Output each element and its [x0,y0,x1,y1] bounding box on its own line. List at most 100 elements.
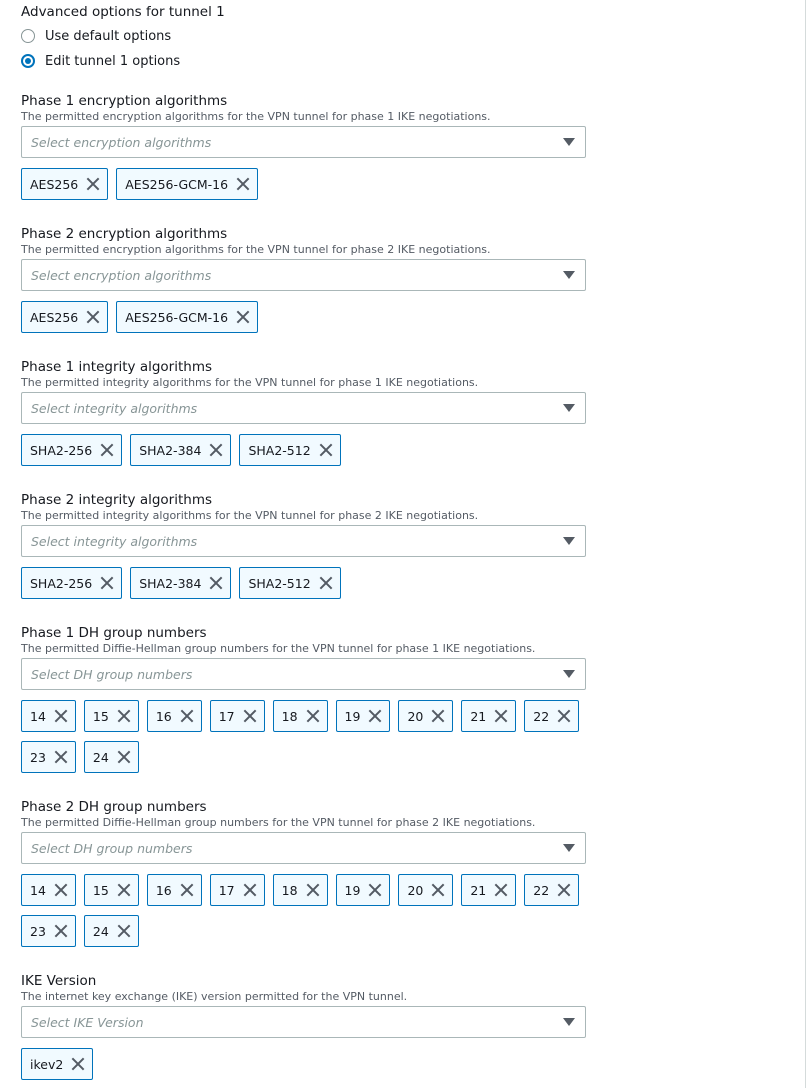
remove-token-close-icon[interactable] [318,442,334,458]
radio-button-icon[interactable] [21,29,35,43]
token-label: ikev2 [30,1056,64,1072]
token: 18 [272,700,328,732]
phase2-encryption-select[interactable]: Select encryption algorithms [21,259,586,291]
token-label: 14 [30,882,46,898]
token: AES256-GCM-16 [116,301,259,333]
remove-token-close-icon[interactable] [235,176,251,192]
token: 21 [461,700,517,732]
token: 16 [146,700,202,732]
panel-right-border [805,0,806,1088]
caret-down-icon[interactable] [563,271,575,279]
token-group: SHA2-256 SHA2-384 SHA2-512 [21,434,587,466]
token: 23 [21,915,76,947]
remove-token-close-icon[interactable] [53,923,69,939]
phase1-encryption-select[interactable]: Select encryption algorithms [21,126,586,158]
remove-token-close-icon[interactable] [367,882,383,898]
remove-token-close-icon[interactable] [556,708,572,724]
token-label: 24 [92,923,109,939]
token: SHA2-384 [130,567,232,599]
remove-token-close-icon[interactable] [367,708,383,724]
remove-token-close-icon[interactable] [556,882,572,898]
caret-down-icon[interactable] [563,404,575,412]
token: 24 [83,915,139,947]
field-description: The permitted encryption algorithms for … [21,243,491,256]
phase2-integrity-select[interactable]: Select integrity algorithms [21,525,586,557]
radio-use-default-options[interactable]: Use default options [21,26,171,46]
remove-token-close-icon[interactable] [305,708,321,724]
phase1-dh-groups-select[interactable]: Select DH group numbers [21,658,586,690]
ike-version-select[interactable]: Select IKE Version [21,1006,586,1038]
select-placeholder: Select encryption algorithms [31,267,212,283]
token: 19 [335,700,391,732]
remove-token-close-icon[interactable] [493,882,509,898]
remove-token-close-icon[interactable] [116,749,132,765]
remove-token-close-icon[interactable] [430,708,446,724]
token: SHA2-256 [21,567,123,599]
token-label: 22 [533,882,550,898]
remove-token-close-icon[interactable] [53,882,69,898]
token-label: AES256-GCM-16 [125,176,229,192]
remove-token-close-icon[interactable] [242,882,258,898]
field-label: IKE Version [21,973,97,989]
token-label: 24 [92,749,109,765]
token: 23 [21,741,76,773]
remove-token-close-icon[interactable] [179,882,195,898]
caret-down-icon[interactable] [563,670,575,678]
remove-token-close-icon[interactable] [116,708,132,724]
token-group: AES256 AES256-GCM-16 [21,168,587,200]
select-placeholder: Select IKE Version [31,1014,144,1030]
advanced-options-heading: Advanced options for tunnel 1 [21,4,225,20]
remove-token-close-icon[interactable] [116,882,132,898]
select-placeholder: Select DH group numbers [31,840,193,856]
select-placeholder: Select integrity algorithms [31,533,198,549]
token-group: 14 15 16 17 18 19 20 21 22 23 24 [21,700,587,773]
remove-token-close-icon[interactable] [305,882,321,898]
token-label: 21 [470,882,487,898]
token-label: 14 [30,708,46,724]
phase2-dh-groups-select[interactable]: Select DH group numbers [21,832,586,864]
token-label: 18 [281,708,298,724]
remove-token-close-icon[interactable] [208,575,224,591]
remove-token-close-icon[interactable] [99,442,115,458]
token: 15 [83,700,139,732]
remove-token-close-icon[interactable] [318,575,334,591]
token-label: SHA2-256 [30,575,93,591]
remove-token-close-icon[interactable] [493,708,509,724]
caret-down-icon[interactable] [563,138,575,146]
remove-token-close-icon[interactable] [430,882,446,898]
token: 20 [398,700,454,732]
token-group: AES256 AES256-GCM-16 [21,301,587,333]
remove-token-close-icon[interactable] [179,708,195,724]
select-placeholder: Select encryption algorithms [31,134,212,150]
remove-token-close-icon[interactable] [53,749,69,765]
token-label: 16 [155,882,172,898]
phase1-integrity-select[interactable]: Select integrity algorithms [21,392,586,424]
field-description: The permitted integrity algorithms for t… [21,509,479,522]
token-label: SHA2-512 [248,442,311,458]
radio-button-checked-icon[interactable] [21,54,35,68]
caret-down-icon[interactable] [563,1018,575,1026]
token: 16 [146,874,202,906]
remove-token-close-icon[interactable] [70,1056,86,1072]
remove-token-close-icon[interactable] [85,309,101,325]
remove-token-close-icon[interactable] [208,442,224,458]
field-label: Phase 2 DH group numbers [21,799,207,815]
field-description: The permitted encryption algorithms for … [21,110,491,123]
token: 18 [272,874,328,906]
token: 17 [209,700,265,732]
token-label: 15 [92,882,109,898]
remove-token-close-icon[interactable] [99,575,115,591]
remove-token-close-icon[interactable] [235,309,251,325]
remove-token-close-icon[interactable] [85,176,101,192]
radio-edit-tunnel-options[interactable]: Edit tunnel 1 options [21,51,180,71]
phase2-dh-groups-field: Phase 2 DH group numbers The permitted Di… [21,799,587,947]
field-label: Phase 1 DH group numbers [21,625,207,641]
token: SHA2-384 [130,434,232,466]
remove-token-close-icon[interactable] [242,708,258,724]
caret-down-icon[interactable] [563,537,575,545]
token: 22 [524,700,580,732]
select-placeholder: Select DH group numbers [31,666,193,682]
caret-down-icon[interactable] [563,844,575,852]
remove-token-close-icon[interactable] [53,708,69,724]
remove-token-close-icon[interactable] [116,923,132,939]
